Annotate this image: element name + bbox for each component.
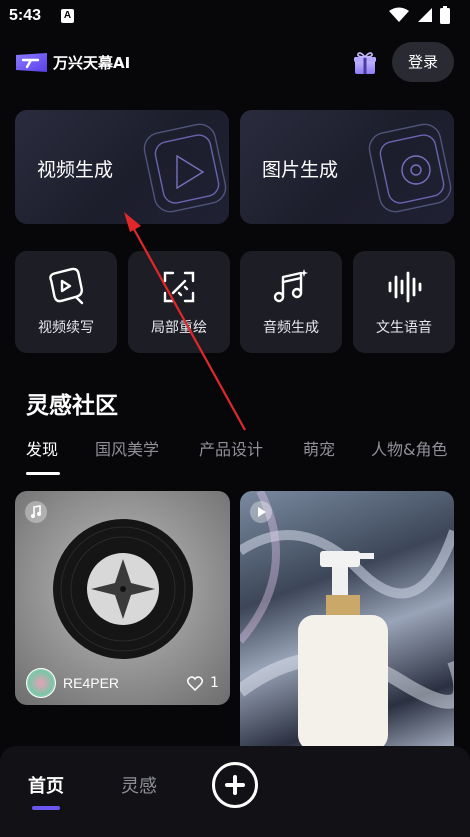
tool-label: 局部重绘 bbox=[151, 320, 207, 336]
heart-icon[interactable] bbox=[187, 676, 203, 691]
tool-text-to-speech[interactable]: 文生语音 bbox=[353, 251, 455, 353]
tool-audio-generation[interactable]: 音频生成 bbox=[240, 251, 342, 353]
feed-card[interactable]: RE4PER 1 bbox=[15, 491, 230, 705]
image-generation-label: 图片生成 bbox=[262, 159, 339, 181]
avatar[interactable] bbox=[26, 668, 56, 698]
wifi-icon bbox=[389, 7, 409, 22]
nav-home[interactable]: 首页 bbox=[28, 772, 64, 798]
login-button[interactable]: 登录 bbox=[392, 42, 454, 82]
tab-product-design[interactable]: 产品设计 bbox=[199, 436, 263, 460]
tab-characters[interactable]: 人物&角色 bbox=[371, 436, 447, 460]
tool-local-repaint[interactable]: 局部重绘 bbox=[128, 251, 230, 353]
nav-active-indicator bbox=[32, 806, 60, 810]
community-title: 灵感社区 bbox=[26, 393, 118, 419]
tab-discover[interactable]: 发现 bbox=[26, 436, 58, 460]
status-indicators bbox=[389, 6, 450, 24]
app-title: 万兴天幕AI bbox=[53, 54, 131, 72]
create-plus-button[interactable] bbox=[212, 762, 258, 808]
tool-video-continue[interactable]: 视频续写 bbox=[15, 251, 117, 353]
bottom-navigation: 首页 灵感 bbox=[0, 746, 470, 837]
gift-icon[interactable] bbox=[352, 50, 378, 76]
video-type-icon bbox=[250, 501, 272, 523]
active-tab-indicator bbox=[26, 472, 60, 475]
camera-icon bbox=[368, 123, 452, 213]
video-continue-icon bbox=[49, 267, 84, 305]
app-logo bbox=[16, 53, 47, 72]
video-generation-label: 视频生成 bbox=[37, 159, 114, 181]
video-generation-card[interactable]: 视频生成 bbox=[15, 110, 229, 224]
product-bottle-image bbox=[240, 491, 454, 751]
username[interactable]: RE4PER bbox=[63, 675, 119, 691]
music-note-icon bbox=[273, 269, 308, 303]
community-tabs: 发现 国风美学 产品设计 萌宠 人物&角色 bbox=[26, 436, 470, 466]
music-type-icon bbox=[25, 501, 47, 523]
tool-label: 文生语音 bbox=[376, 320, 432, 336]
tab-pets[interactable]: 萌宠 bbox=[303, 436, 335, 460]
status-time: 5:43 bbox=[9, 7, 42, 24]
tool-label: 视频续写 bbox=[38, 320, 94, 336]
like-count: 1 bbox=[210, 675, 219, 691]
image-generation-card[interactable]: 图片生成 bbox=[240, 110, 454, 224]
status-bar: 5:43 A bbox=[0, 0, 470, 34]
video-play-icon bbox=[143, 123, 227, 213]
feed-card[interactable] bbox=[240, 491, 454, 751]
notification-icon: A bbox=[61, 9, 74, 23]
tool-label: 音频生成 bbox=[263, 320, 319, 336]
battery-icon bbox=[440, 6, 450, 24]
tab-guofeng[interactable]: 国风美学 bbox=[95, 436, 159, 460]
nav-inspire[interactable]: 灵感 bbox=[121, 772, 157, 798]
voice-wave-icon bbox=[388, 271, 422, 303]
signal-icon bbox=[418, 8, 432, 22]
magic-repaint-icon bbox=[163, 271, 195, 303]
